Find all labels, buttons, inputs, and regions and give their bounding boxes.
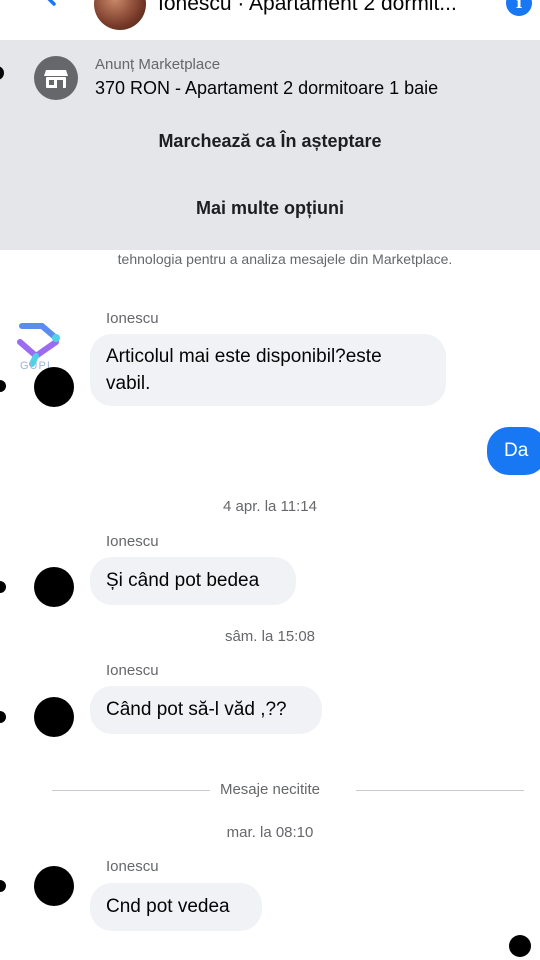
conversation-title[interactable]: Ionescu · Apartament 2 dormit...: [158, 0, 498, 16]
unread-divider-text: Mesaje necitite: [209, 781, 331, 798]
info-icon[interactable]: i: [506, 0, 532, 16]
sender-avatar[interactable]: [34, 567, 74, 607]
sender-name: Ionescu: [106, 858, 159, 875]
avatar-edge: [0, 380, 6, 392]
store-icon: [34, 56, 78, 100]
message-timestamp: 4 apr. la 11:14: [223, 498, 317, 515]
message-timestamp: sâm. la 15:08: [224, 628, 316, 645]
incoming-message-bubble[interactable]: Când pot să-l văd ,??: [90, 686, 322, 734]
sender-name: Ionescu: [106, 662, 159, 679]
unread-divider-label: Mesaje necitite: [0, 781, 540, 798]
privacy-info-text: tehnologia pentru a analiza mesajele din…: [117, 251, 453, 267]
sender-avatar[interactable]: [34, 367, 74, 407]
listing-title[interactable]: 370 RON - Apartament 2 dormitoare 1 baie: [95, 78, 438, 99]
avatar-edge: [0, 711, 6, 723]
sender-avatar[interactable]: [34, 866, 74, 906]
avatar-edge: [0, 880, 6, 892]
seen-indicator-avatar: [509, 935, 531, 957]
incoming-message-bubble[interactable]: Cnd pot vedea: [90, 883, 262, 931]
mark-pending-button[interactable]: Marchează ca În așteptare: [0, 118, 540, 164]
sender-avatar[interactable]: [34, 697, 74, 737]
message-timestamp: mar. la 08:10: [226, 824, 314, 841]
sender-name: Ionescu: [106, 310, 159, 327]
outgoing-message-bubble[interactable]: Da: [487, 427, 540, 475]
sender-name: Ionescu: [106, 533, 159, 550]
more-options-button[interactable]: Mai multe opțiuni: [0, 185, 540, 231]
marketplace-label: Anunț Marketplace: [95, 56, 221, 73]
incoming-message-bubble[interactable]: Articolul mai este disponibil?este vabil…: [90, 334, 446, 406]
contact-avatar[interactable]: [94, 0, 146, 30]
incoming-message-bubble[interactable]: Și când pot bedea: [90, 557, 296, 605]
avatar-edge: [0, 581, 6, 593]
chat-header: Ionescu · Apartament 2 dormit... i: [0, 0, 540, 40]
back-arrow-icon[interactable]: [36, 0, 76, 16]
